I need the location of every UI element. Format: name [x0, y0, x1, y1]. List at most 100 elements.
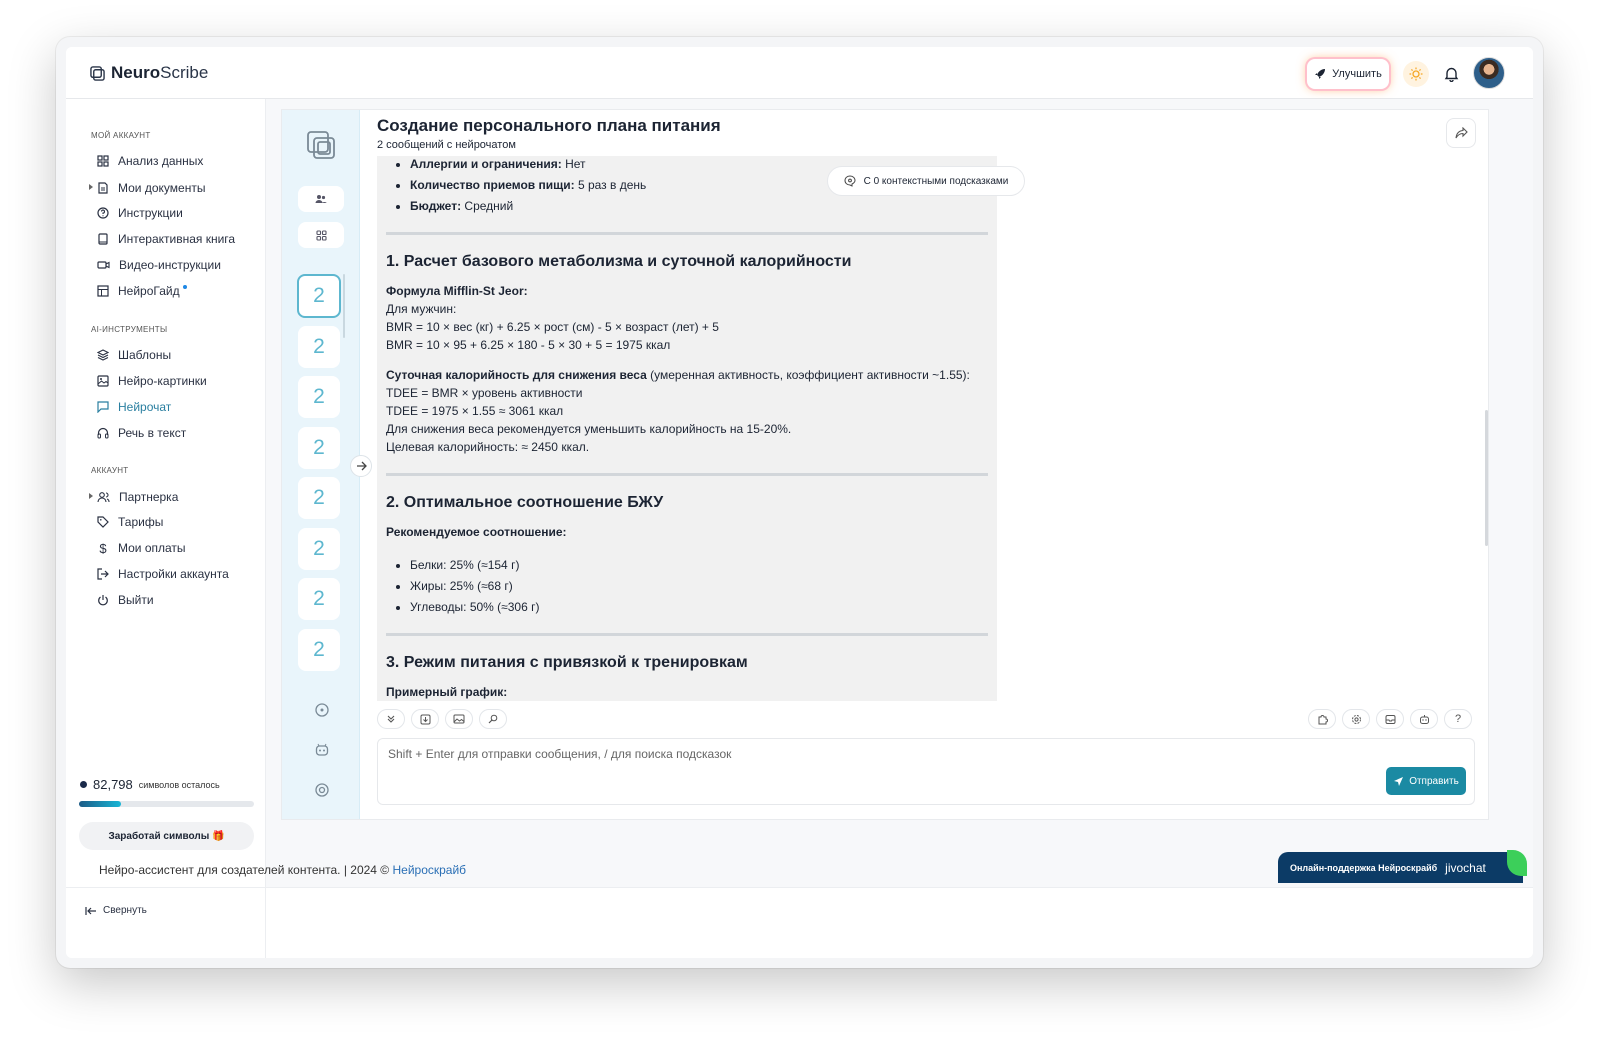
chat-scrollbar[interactable] — [1485, 410, 1488, 546]
table-icon — [97, 285, 109, 297]
logo[interactable]: NeuroScribe — [90, 63, 208, 83]
inbox-icon — [1385, 714, 1395, 724]
text-line: TDEE = BMR × уровень активности — [386, 386, 583, 400]
sidebar-item-my-documents[interactable]: Мои документы — [89, 178, 205, 198]
search-button[interactable] — [479, 709, 507, 729]
chat-history-item[interactable]: 2 — [298, 326, 340, 368]
send-icon — [1394, 776, 1404, 786]
sidebar-item-logout[interactable]: Выйти — [97, 590, 154, 610]
credits-progress-fill — [79, 801, 121, 807]
sidebar-item-tariffs[interactable]: Тарифы — [97, 512, 163, 532]
expand-history-button[interactable] — [350, 455, 372, 477]
support-label: Онлайн-поддержка Нейроскрайб — [1290, 862, 1438, 873]
chat-history-item[interactable]: 2 — [298, 629, 340, 671]
gear-icon — [1351, 714, 1361, 724]
layers-icon — [97, 349, 109, 361]
sidebar-item-interactive-book[interactable]: Интерактивная книга — [97, 229, 235, 249]
avatar[interactable] — [1473, 57, 1505, 89]
list-item-key: Аллергии и ограничения: — [410, 157, 562, 171]
settings-button[interactable] — [1342, 709, 1370, 729]
send-button[interactable]: Отправить — [1386, 767, 1466, 795]
app-logo-icon — [307, 131, 335, 159]
document-icon — [98, 182, 108, 194]
sidebar-item-speech-to-text[interactable]: Речь в текст — [97, 423, 186, 443]
tag-icon — [97, 516, 109, 528]
expand-caret-icon[interactable] — [89, 493, 93, 499]
sidebar-item-label: Нейрочат — [118, 400, 172, 414]
scroll-down-button[interactable] — [377, 709, 405, 729]
list-item-value: Нет — [561, 157, 586, 171]
input-toolbar-right: ? — [1308, 709, 1472, 729]
chat-history-item[interactable]: 2 — [298, 427, 340, 469]
target-icon[interactable] — [314, 782, 330, 798]
share-button[interactable] — [1446, 118, 1476, 148]
image-icon — [453, 714, 465, 724]
attach-image-button[interactable] — [445, 709, 473, 729]
sidebar-item-video-instructions[interactable]: Видео-инструкции — [97, 255, 221, 275]
sidebar-item-templates[interactable]: Шаблоны — [97, 345, 171, 365]
save-button[interactable] — [411, 709, 439, 729]
chat-history-item[interactable]: 2 — [298, 477, 340, 519]
chat-history-item[interactable]: 2 — [298, 528, 340, 570]
collapse-sidebar-button[interactable]: Свернуть — [85, 905, 147, 916]
section-heading: 2. Оптимальное соотношение БЖУ — [386, 494, 664, 511]
apps-filter-button[interactable] — [298, 222, 344, 248]
credits-value: 82,798 — [93, 777, 133, 792]
support-chat-widget[interactable]: Онлайн-поддержка Нейроскрайб jivochat — [1278, 850, 1527, 883]
chevrons-down-icon — [387, 715, 395, 723]
chat-history-item[interactable]: 2 — [298, 376, 340, 418]
templates-button[interactable] — [1376, 709, 1404, 729]
notifications-button[interactable] — [1439, 62, 1463, 86]
rail-scroll-thumb[interactable] — [343, 274, 345, 338]
credits-label: символов осталось — [138, 779, 220, 790]
grid-icon — [97, 155, 109, 167]
sidebar-item-data-analysis[interactable]: Анализ данных — [97, 151, 203, 171]
question-icon: ? — [1454, 713, 1462, 725]
list-item: Бюджет: Средний — [410, 197, 988, 215]
search-icon — [488, 714, 498, 724]
message-input[interactable] — [388, 747, 1288, 761]
sidebar-item-partners[interactable]: Партнерка — [89, 487, 178, 507]
section-heading: 3. Режим питания с привязкой к тренировк… — [386, 654, 748, 671]
plugins-button[interactable] — [1308, 709, 1336, 729]
sidebar-item-instructions[interactable]: Инструкции — [97, 203, 183, 223]
download-icon — [420, 714, 430, 724]
sidebar-item-neurochat[interactable]: Нейрочат — [97, 397, 171, 417]
sidebar-item-label: Нейро-картинки — [118, 374, 207, 388]
context-hints-chip[interactable]: С 0 контекстными подсказками — [827, 166, 1025, 196]
footer-link[interactable]: Нейроскрайб — [392, 863, 466, 877]
users-filter-button[interactable] — [298, 186, 344, 212]
brand-rest: Scribe — [160, 63, 209, 82]
chat-history-item[interactable]: 2 — [297, 274, 341, 318]
send-label: Отправить — [1409, 775, 1459, 787]
sidebar-item-neuro-images[interactable]: Нейро-картинки — [97, 371, 207, 391]
jivochat-logo: jivochat — [1445, 860, 1486, 875]
sidebar-item-my-payments[interactable]: $ Мои оплаты — [97, 538, 186, 558]
divider — [386, 232, 988, 235]
list-item: Углеводы: 50% (≈306 г) — [410, 598, 988, 616]
section-ai-tools: AI-ИНСТРУМЕНТЫ — [91, 325, 168, 334]
sidebar-item-account-settings[interactable]: Настройки аккаунта — [97, 564, 229, 584]
earn-credits-button[interactable]: Заработай символы 🎁 — [79, 822, 254, 850]
text-line: Для снижения веса рекомендуется уменьшит… — [386, 422, 792, 436]
theme-toggle[interactable] — [1403, 61, 1429, 87]
rocket-icon — [1315, 69, 1326, 79]
bot-icon[interactable] — [314, 742, 330, 758]
context-chip-label: С 0 контекстными подсказками — [863, 175, 1009, 187]
sidebar-item-label: Мои оплаты — [118, 541, 186, 555]
chat-history-item[interactable]: 2 — [298, 578, 340, 620]
main-area: 2 2 2 2 2 2 2 2 Создание персонального п… — [266, 99, 1533, 958]
new-indicator-dot — [182, 285, 187, 289]
expand-caret-icon[interactable] — [89, 184, 93, 190]
help-button[interactable]: ? — [1444, 709, 1472, 729]
share-icon — [1454, 127, 1468, 139]
credits-dot — [80, 781, 87, 788]
sidebar-item-label: Анализ данных — [118, 154, 204, 168]
upgrade-button[interactable]: Улучшить — [1307, 59, 1389, 89]
text-line: BMR = 10 × 95 + 6.25 × 180 - 5 × 30 + 5 … — [386, 338, 671, 352]
sidebar-item-neuroguide[interactable]: НейроГайд — [97, 281, 187, 301]
bot-settings-button[interactable] — [1410, 709, 1438, 729]
hint-icon — [844, 175, 856, 187]
formula-title: Формула Mifflin-St Jeor: — [386, 284, 528, 298]
add-circle-icon[interactable] — [314, 702, 330, 718]
